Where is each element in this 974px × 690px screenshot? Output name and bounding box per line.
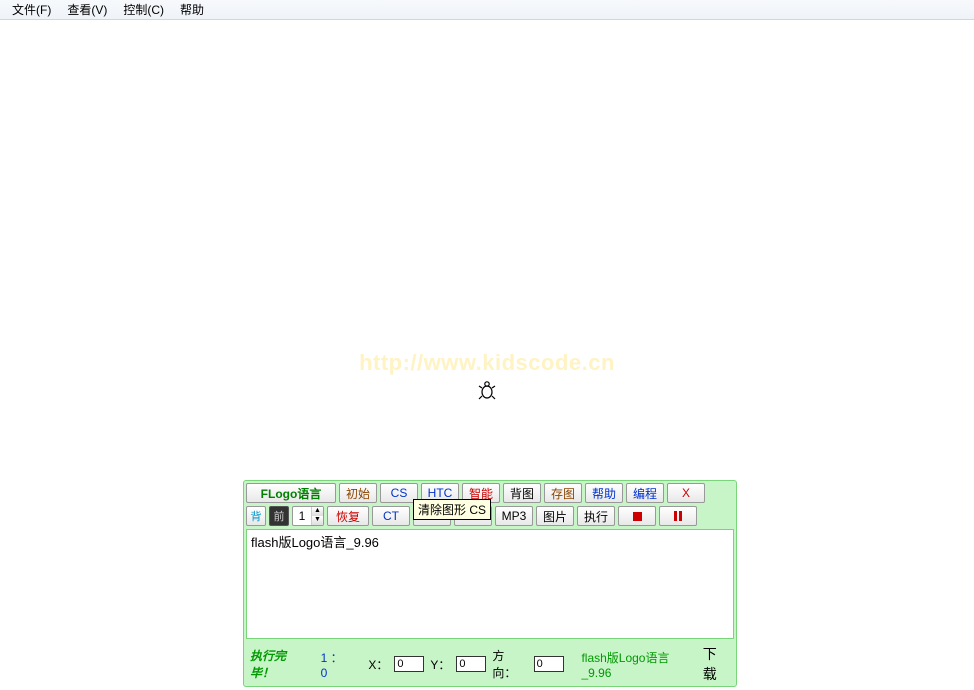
ct-button[interactable]: CT	[372, 506, 410, 526]
back-button[interactable]: 背	[246, 506, 266, 526]
pen-width-spinner[interactable]: ▲ ▼	[292, 506, 324, 526]
x-label: X：	[368, 656, 388, 673]
menubar: 文件(F) 查看(V) 控制(C) 帮助	[0, 0, 974, 20]
drawing-canvas[interactable]: http://www.kidscode.cn	[0, 20, 974, 480]
menu-file[interactable]: 文件(F)	[4, 0, 59, 20]
bg-button[interactable]: 背图	[503, 483, 541, 503]
save-img-button[interactable]: 存图	[544, 483, 582, 503]
stop-icon	[633, 512, 642, 521]
download-link[interactable]: 下载	[703, 644, 730, 684]
program-button[interactable]: 编程	[626, 483, 664, 503]
spin-up-icon[interactable]: ▲	[311, 507, 323, 516]
spin-down-icon[interactable]: ▼	[311, 516, 323, 525]
stop-button[interactable]	[618, 506, 656, 526]
command-textarea[interactable]	[246, 529, 734, 639]
exec-status-label: 执行完毕！	[250, 647, 309, 681]
pic-button[interactable]: 图片	[536, 506, 574, 526]
x-input[interactable]	[394, 656, 424, 672]
pause-icon	[674, 511, 682, 521]
menu-view[interactable]: 查看(V)	[59, 0, 115, 20]
init-button[interactable]: 初始	[339, 483, 377, 503]
exec-button[interactable]: 执行	[577, 506, 615, 526]
dir-label: 方向：	[492, 647, 527, 681]
front-button[interactable]: 前	[269, 506, 289, 526]
restore-button[interactable]: 恢复	[327, 506, 369, 526]
menu-control[interactable]: 控制(C)	[115, 0, 172, 20]
watermark-text: http://www.kidscode.cn	[0, 350, 974, 376]
flogo-button[interactable]: FLogo语言	[246, 483, 336, 503]
cs-tooltip: 清除图形 CS	[413, 499, 491, 520]
y-label: Y：	[430, 656, 450, 673]
turtle-icon	[478, 380, 496, 405]
mp3-button[interactable]: MP3	[495, 506, 533, 526]
pen-width-value[interactable]	[293, 507, 311, 525]
status-bar: 执行完毕！ 1 ：0 X： Y： 方向： flash版Logo语言_9.96 下…	[246, 642, 734, 684]
help-button[interactable]: 帮助	[585, 483, 623, 503]
y-input[interactable]	[456, 656, 486, 672]
pause-button[interactable]	[659, 506, 697, 526]
version-label: flash版Logo语言_9.96	[581, 649, 696, 680]
line-col-label: 1 ：0	[321, 649, 349, 680]
close-x-button[interactable]: X	[667, 483, 705, 503]
menu-help[interactable]: 帮助	[172, 0, 212, 20]
dir-input[interactable]	[534, 656, 564, 672]
